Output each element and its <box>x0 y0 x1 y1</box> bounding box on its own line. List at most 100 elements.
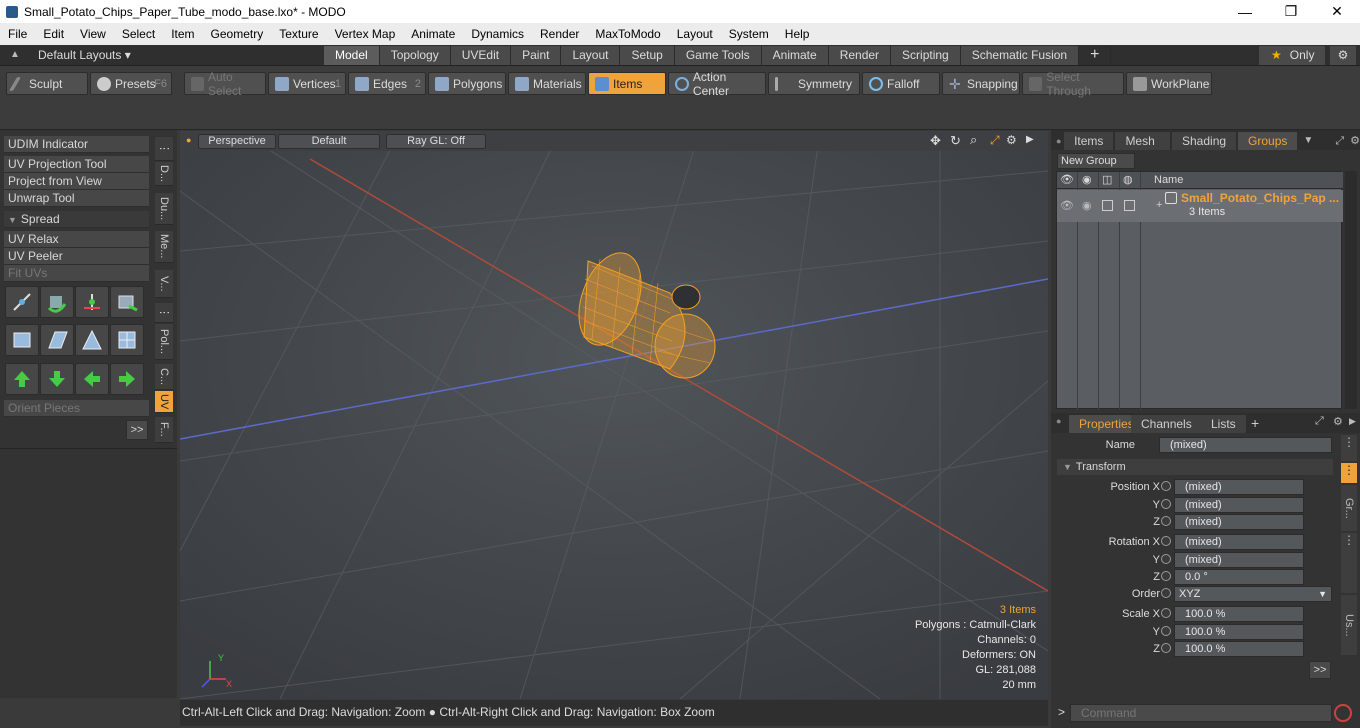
menu-item[interactable]: Item <box>163 23 202 45</box>
uv-relax-button[interactable]: UV Relax <box>4 231 149 248</box>
uv-peeler-button[interactable]: UV Peeler <box>4 248 149 265</box>
position-z-radio[interactable] <box>1161 516 1171 526</box>
tab-channels[interactable]: Channels <box>1131 415 1202 433</box>
properties-gear-icon[interactable]: ⚙ <box>1333 415 1343 428</box>
close-button[interactable]: ✕ <box>1314 0 1360 23</box>
vtab-c[interactable]: C... <box>155 364 173 390</box>
more-tools-button[interactable]: >> <box>126 420 148 440</box>
expand-properties-icon[interactable]: ⤢ <box>1315 415 1324 428</box>
row-lock-checkbox[interactable] <box>1102 200 1113 211</box>
tab-mesh[interactable]: Mesh ... <box>1115 132 1170 166</box>
scale-x-radio[interactable] <box>1161 608 1171 618</box>
tab-model[interactable]: Model <box>324 46 380 65</box>
vtab-me[interactable]: Me... <box>155 231 173 263</box>
vtab-gr[interactable]: Gr... <box>1341 485 1357 531</box>
record-icon[interactable] <box>1334 704 1352 722</box>
tab-uvedit[interactable]: UVEdit <box>450 46 512 65</box>
menu-render[interactable]: Render <box>532 23 587 45</box>
position-x-radio[interactable] <box>1161 481 1171 491</box>
vtab-more-icon-2[interactable]: ⋮ <box>1341 533 1357 593</box>
rotation-y-field[interactable]: (mixed) <box>1174 552 1304 568</box>
tab-render[interactable]: Render <box>828 46 892 65</box>
select-icon[interactable]: ◍ <box>1123 173 1133 186</box>
scale-y-field[interactable]: 100.0 % <box>1174 624 1304 640</box>
order-radio[interactable] <box>1161 588 1171 598</box>
row-eye-icon[interactable]: 👁 <box>1060 199 1074 212</box>
vtab-du[interactable]: Du... <box>155 193 173 225</box>
tab-shading[interactable]: Shading <box>1172 132 1237 150</box>
menu-file[interactable]: File <box>0 23 35 45</box>
menu-select[interactable]: Select <box>114 23 163 45</box>
group-row[interactable]: 👁 ◉ + Small_Potato_Chips_Pap ... 3 Items <box>1057 190 1343 222</box>
position-y-field[interactable]: (mixed) <box>1174 497 1304 513</box>
menu-texture[interactable]: Texture <box>271 23 326 45</box>
name-field[interactable]: (mixed) <box>1159 437 1332 453</box>
default-layouts-dropdown[interactable]: Default Layouts ▾ <box>38 45 131 66</box>
minimize-button[interactable]: — <box>1222 0 1268 23</box>
tab-animate[interactable]: Animate <box>761 46 829 65</box>
orient-pieces-button[interactable]: Orient Pieces <box>4 400 149 417</box>
vtab-more-icon[interactable]: ⋮ <box>155 137 173 161</box>
spread-section[interactable]: ▼ Spread <box>4 211 149 228</box>
expand-plus-icon[interactable]: + <box>1156 199 1162 211</box>
scale-z-radio[interactable] <box>1161 643 1171 653</box>
uv-move-icon[interactable] <box>75 286 109 318</box>
tab-game-tools[interactable]: Game Tools <box>674 46 762 65</box>
tab-items[interactable]: Items <box>1064 132 1114 150</box>
scale-y-radio[interactable] <box>1161 626 1171 636</box>
menu-dynamics[interactable]: Dynamics <box>463 23 532 45</box>
tab-groups[interactable]: Groups <box>1238 132 1298 150</box>
unwrap-tool-button[interactable]: Unwrap Tool <box>4 190 149 207</box>
layout-arrow-icon[interactable]: ▲ <box>10 49 20 60</box>
snapping-button[interactable]: ✛ Snapping <box>942 72 1020 95</box>
arrow-left-icon[interactable] <box>75 363 109 395</box>
scale-x-field[interactable]: 100.0 % <box>1174 606 1304 622</box>
properties-arrow-icon[interactable]: ▶ <box>1349 416 1356 427</box>
uv-box-icon[interactable] <box>110 286 144 318</box>
rotation-z-radio[interactable] <box>1161 571 1171 581</box>
presets-button[interactable]: Presets F6 <box>90 72 172 95</box>
vtab-f[interactable]: F... <box>155 417 173 443</box>
row-render-icon[interactable]: ◉ <box>1082 199 1092 212</box>
transform-section[interactable]: ▼ Transform <box>1057 459 1333 475</box>
vtab-more-icon[interactable]: ⋮ <box>1341 435 1357 461</box>
expand-panel-icon[interactable]: ⤢ <box>1335 132 1344 150</box>
action-center-button[interactable]: Action Center <box>668 70 766 98</box>
shading-dropdown[interactable]: Default <box>278 134 380 149</box>
vtab-v[interactable]: V... <box>155 270 173 298</box>
rotation-z-field[interactable]: 0.0 ° <box>1174 569 1304 585</box>
menu-animate[interactable]: Animate <box>403 23 463 45</box>
arrow-up-icon[interactable] <box>5 363 39 395</box>
fit-view-icon[interactable]: ⤢ <box>990 133 1000 148</box>
row-select-checkbox[interactable] <box>1124 200 1135 211</box>
arrow-down-icon[interactable] <box>40 363 74 395</box>
uv-cylinder-icon[interactable] <box>5 324 39 356</box>
tab-paint[interactable]: Paint <box>511 46 562 65</box>
rotation-x-radio[interactable] <box>1161 536 1171 546</box>
tabs-dropdown-icon[interactable]: ▼ <box>1303 132 1313 150</box>
rotate-view-icon[interactable]: ↻ <box>950 133 961 149</box>
rotation-y-radio[interactable] <box>1161 554 1171 564</box>
tab-layout[interactable]: Layout <box>561 46 621 65</box>
uv-projection-tool-button[interactable]: UV Projection Tool <box>4 156 149 173</box>
vtab-more-icon-2[interactable]: ⋮ <box>155 303 173 323</box>
vertices-button[interactable]: Vertices 1 <box>268 72 346 95</box>
auto-select-button[interactable]: Auto Select <box>184 70 266 98</box>
layout-gear-icon[interactable]: ⚙ <box>1330 46 1356 65</box>
tab-topology[interactable]: Topology <box>379 46 451 65</box>
menu-vertex-map[interactable]: Vertex Map <box>327 23 404 45</box>
menu-maxtomodo[interactable]: MaxToModo <box>587 23 668 45</box>
lock-icon[interactable]: ◫ <box>1102 173 1112 186</box>
only-button[interactable]: ★ Only <box>1259 46 1325 65</box>
viewport-expand-icon[interactable]: ▶ <box>1026 134 1034 145</box>
uv-grid-icon[interactable] <box>40 324 74 356</box>
select-through-button[interactable]: Select Through <box>1022 70 1124 98</box>
groups-scrollbar[interactable] <box>1345 171 1357 409</box>
position-z-field[interactable]: (mixed) <box>1174 514 1304 530</box>
edges-button[interactable]: Edges 2 <box>348 72 426 95</box>
visibility-eye-icon[interactable]: 👁 <box>1060 173 1074 186</box>
materials-button[interactable]: Materials <box>508 72 586 95</box>
items-button[interactable]: Items <box>588 72 666 95</box>
position-y-radio[interactable] <box>1161 499 1171 509</box>
falloff-button[interactable]: Falloff <box>862 72 940 95</box>
